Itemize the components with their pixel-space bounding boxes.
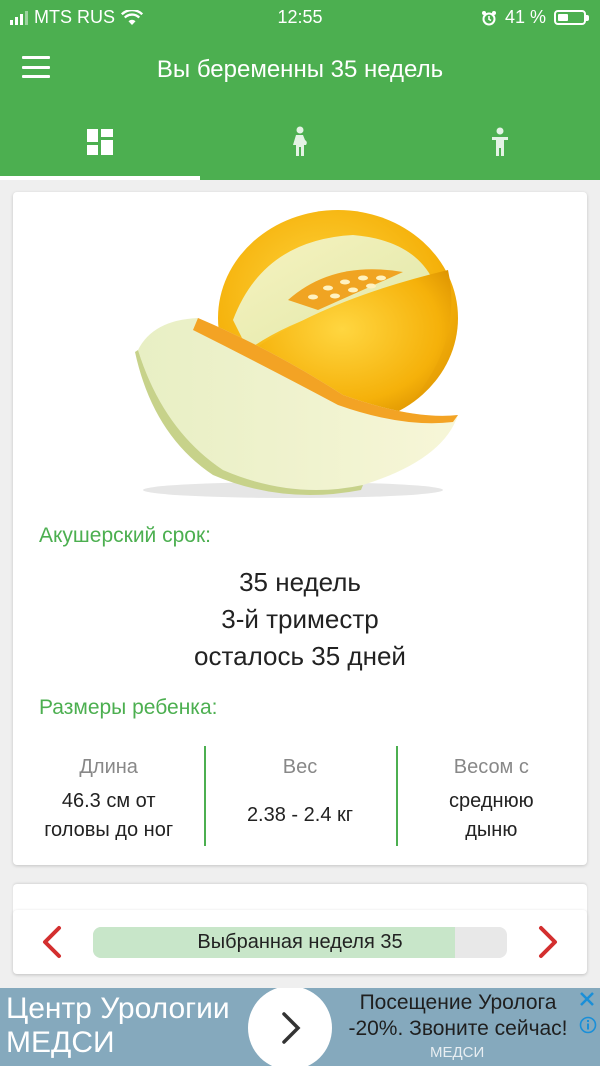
child-icon <box>492 127 508 156</box>
baby-size-stats: Длина 46.3 см от головы до ног Вес 2.38 … <box>13 744 587 846</box>
next-week-button[interactable] <box>529 924 565 960</box>
status-bar: MTS RUS 12:55 41 % <box>0 0 600 36</box>
alarm-icon <box>481 10 496 25</box>
stat-weight: Вес 2.38 - 2.4 кг <box>204 744 395 846</box>
tab-dashboard[interactable] <box>0 104 200 180</box>
stat-length-head: Длина <box>79 756 138 778</box>
ad-text-line: -20%. Звоните сейчас! <box>348 1017 568 1040</box>
stat-length-line: головы до ног <box>44 819 174 841</box>
ad-title-line: МЕДСИ <box>6 1026 115 1059</box>
week-selector: Выбранная неделя 35 <box>13 910 587 974</box>
melon-icon <box>135 210 458 498</box>
stat-weight-head: Вес <box>282 756 318 778</box>
week-info-card: Акушерский срок: 35 недель 3-й триместр … <box>13 192 587 865</box>
close-icon[interactable] <box>578 990 596 1008</box>
stat-comparison: Весом с среднюю дыню <box>395 744 587 846</box>
chevron-right-icon <box>282 1012 301 1044</box>
stat-comparison-value: среднюю дыню <box>396 787 587 845</box>
ad-open-button[interactable] <box>248 988 332 1066</box>
ad-title: Центр Урологии МЕДСИ <box>6 992 230 1060</box>
battery-percent: 41 % <box>504 7 546 27</box>
info-icon[interactable] <box>579 1016 597 1034</box>
tab-mother[interactable] <box>200 104 400 180</box>
pregnant-woman-icon <box>293 126 307 156</box>
ad-brand: МЕДСИ <box>430 1044 485 1061</box>
term-days-left: осталось 35 дней <box>194 641 406 671</box>
previous-week-button[interactable] <box>35 924 71 960</box>
tab-bar <box>0 104 600 180</box>
week-progress[interactable]: Выбранная неделя 35 <box>93 927 507 958</box>
size-label: Размеры ребенка: <box>39 696 218 719</box>
app-header: MTS RUS 12:55 41 % Вы беременны 35 недел… <box>0 0 600 180</box>
tab-baby[interactable] <box>400 104 600 180</box>
dashboard-icon <box>87 129 113 155</box>
stat-length-line: 46.3 см от <box>61 790 156 812</box>
app-bar: Вы беременны 35 недель <box>0 36 600 104</box>
stat-comparison-line: среднюю <box>449 790 534 812</box>
stat-comparison-head: Весом с <box>453 756 529 778</box>
ad-banner[interactable]: Центр Урологии МЕДСИ Посещение Уролога -… <box>0 988 600 1066</box>
selected-week-label: Выбранная неделя 35 <box>197 931 403 953</box>
term-trimester: 3-й триместр <box>221 604 379 634</box>
stat-weight-value: 2.38 - 2.4 кг <box>246 804 354 826</box>
stat-length: Длина 46.3 см от головы до ног <box>13 744 204 844</box>
ad-title-line: Центр Урологии <box>6 992 230 1025</box>
ad-text-line: Посещение Уролога <box>359 991 557 1014</box>
page-title: Вы беременны 35 недель <box>156 56 444 83</box>
stat-length-value: 46.3 см от головы до ног <box>13 787 204 845</box>
term-weeks: 35 недель <box>239 567 361 597</box>
ad-text: Посещение Уролога -20%. Звоните сейчас! <box>338 990 578 1042</box>
term-details: 35 недель 3-й триместр осталось 35 дней <box>13 564 587 675</box>
term-label: Акушерский срок: <box>39 524 211 547</box>
stat-comparison-line: дыню <box>465 819 518 841</box>
battery-icon <box>554 10 589 25</box>
